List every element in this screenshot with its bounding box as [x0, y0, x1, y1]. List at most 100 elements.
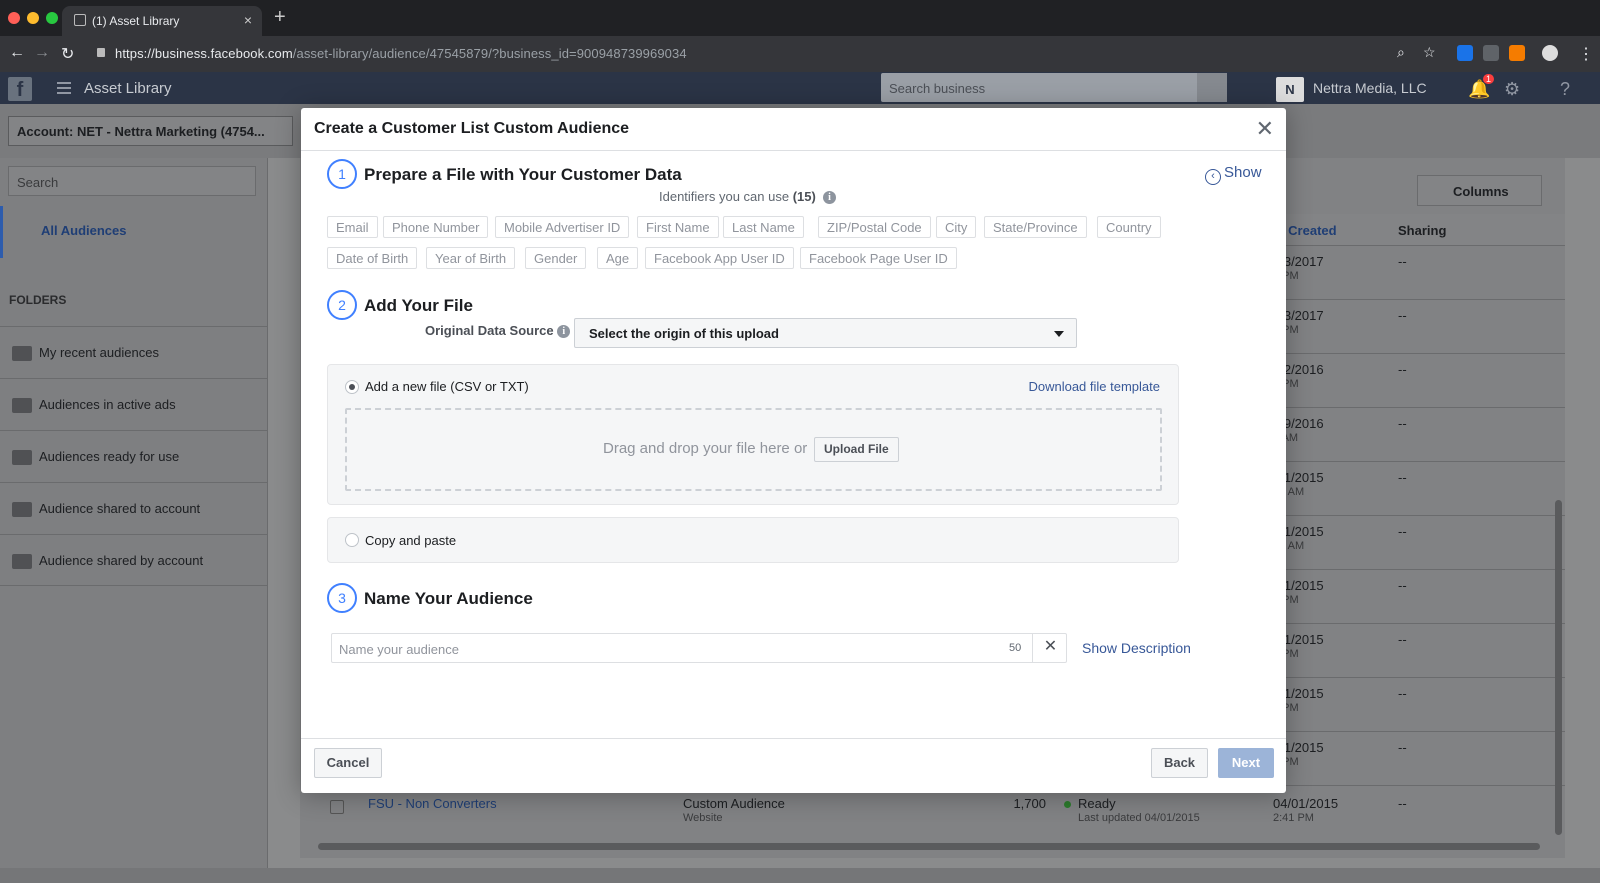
table-row[interactable]: /21/2015 24 AM --: [1265, 462, 1565, 516]
extension-icon[interactable]: [1483, 45, 1499, 61]
drop-zone-text: Drag and drop your file here or: [603, 440, 808, 457]
row-checkbox[interactable]: [330, 800, 344, 814]
sharing-cell: --: [1398, 416, 1407, 431]
dialog-title: Create a Customer List Custom Audience: [314, 120, 630, 137]
business-name-dropdown[interactable]: Nettra Media, LLC: [1313, 80, 1427, 96]
folder-label: Audiences in active ads: [39, 397, 176, 412]
sidebar-search-input[interactable]: Search: [8, 166, 256, 196]
data-source-label-text: Original Data Source: [425, 323, 554, 338]
reload-icon[interactable]: ↻: [61, 44, 74, 64]
character-count: 50: [1009, 642, 1022, 654]
extension-icon[interactable]: [1457, 45, 1473, 61]
dialog-header: Create a Customer List Custom Audience ✕: [301, 108, 1286, 151]
folder-icon: [12, 554, 32, 569]
extension-icon[interactable]: [1509, 45, 1525, 61]
bookmark-star-icon[interactable]: ☆: [1423, 44, 1436, 61]
clear-icon[interactable]: ✕: [1032, 633, 1068, 663]
info-icon[interactable]: i: [557, 325, 571, 338]
identifier-chip: ZIP/Postal Code: [818, 216, 931, 238]
zoom-icon[interactable]: ⌕: [1397, 44, 1405, 61]
sidebar-folder-item[interactable]: Audience shared by account: [0, 534, 268, 586]
audience-name-input[interactable]: Name your audience 50 ✕: [331, 633, 1067, 663]
copy-paste-radio[interactable]: [345, 533, 359, 547]
identifier-chip: Last Name: [723, 216, 804, 238]
table-row[interactable]: /01/20153 PM--: [1265, 570, 1565, 624]
sidebar-item-all-audiences[interactable]: All Audiences: [0, 206, 268, 258]
download-template-link[interactable]: Download file template: [1028, 379, 1160, 394]
sharing-cell: --: [1398, 308, 1407, 323]
table-row[interactable]: /01/20151 PM--: [1265, 624, 1565, 678]
account-selector[interactable]: Account: NET - Nettra Marketing (4754...: [8, 116, 293, 146]
close-window-button[interactable]: [8, 12, 20, 24]
identifier-chip: Email: [327, 216, 378, 238]
business-search-input[interactable]: Search business: [881, 73, 1227, 102]
identifier-chip: City: [936, 216, 977, 238]
audience-size: 1,700: [1013, 796, 1046, 811]
horizontal-scrollbar[interactable]: [318, 843, 1540, 850]
date-created-cell: 04/01/2015: [1273, 796, 1339, 811]
browser-menu-icon[interactable]: ⋮: [1578, 44, 1594, 64]
step-2-badge: 2: [327, 290, 357, 320]
next-button[interactable]: Next: [1218, 748, 1274, 778]
settings-gear-icon[interactable]: ⚙: [1504, 79, 1520, 100]
data-source-select[interactable]: Select the origin of this upload: [574, 318, 1077, 348]
cancel-button[interactable]: Cancel: [314, 748, 382, 778]
app-header: f Asset Library Search business N Nettra…: [0, 72, 1600, 104]
close-icon[interactable]: ✕: [1256, 116, 1274, 142]
sidebar-folder-item[interactable]: Audiences in active ads: [0, 378, 268, 430]
back-arrow-icon[interactable]: ←: [9, 44, 25, 62]
back-button[interactable]: Back: [1151, 748, 1208, 778]
identifiers-text: Identifiers you can use: [659, 189, 790, 204]
table-row[interactable]: /01/20155 PM--: [1265, 732, 1565, 786]
facebook-logo-icon[interactable]: f: [8, 77, 32, 101]
table-header: te Created Sharing: [1265, 214, 1565, 246]
close-tab-icon[interactable]: ×: [244, 12, 252, 28]
table-row[interactable]: /01/20157 PM--: [1265, 678, 1565, 732]
url-field[interactable]: https://business.facebook.com/asset-libr…: [115, 46, 687, 61]
profile-avatar[interactable]: [1542, 45, 1558, 61]
chevron-left-icon: ‹: [1205, 169, 1221, 185]
bottom-bar: [0, 868, 1600, 883]
new-file-radio[interactable]: [345, 380, 359, 394]
vertical-scrollbar[interactable]: [1555, 500, 1562, 835]
search-icon[interactable]: [1197, 73, 1227, 102]
sidebar-folder-item[interactable]: Audiences ready for use: [0, 430, 268, 482]
table-row[interactable]: /03/20170 PM--: [1265, 300, 1565, 354]
hamburger-menu-icon[interactable]: [57, 82, 71, 94]
sharing-column-header[interactable]: Sharing: [1398, 223, 1446, 238]
table-row[interactable]: /21/2015 20 AM --: [1265, 516, 1565, 570]
table-row[interactable]: /09/20167 AM--: [1265, 408, 1565, 462]
sharing-cell: --: [1398, 362, 1407, 377]
table-row[interactable]: /03/20171 PM--: [1265, 246, 1565, 300]
lock-icon: [97, 48, 105, 57]
copy-paste-label[interactable]: Copy and paste: [365, 533, 456, 548]
folder-icon: [12, 398, 32, 413]
minimize-window-button[interactable]: [27, 12, 39, 24]
folders-heading: FOLDERS: [9, 293, 67, 307]
sharing-cell: --: [1398, 796, 1407, 811]
new-file-label[interactable]: Add a new file (CSV or TXT): [365, 379, 529, 394]
columns-button[interactable]: Columns: [1417, 175, 1542, 206]
audience-name-placeholder: Name your audience: [339, 642, 459, 657]
new-tab-button[interactable]: +: [274, 6, 286, 29]
maximize-window-button[interactable]: [46, 12, 58, 24]
sidebar-folder-item[interactable]: My recent audiences: [0, 326, 268, 378]
dialog-footer: Cancel Back Next: [301, 738, 1286, 793]
sharing-cell: --: [1398, 740, 1407, 755]
upload-file-button[interactable]: Upload File: [814, 437, 899, 462]
browser-tab[interactable]: (1) Asset Library ×: [62, 6, 262, 36]
show-description-link[interactable]: Show Description: [1082, 640, 1191, 656]
sharing-cell: --: [1398, 578, 1407, 593]
file-drop-zone[interactable]: Drag and drop your file here or Upload F…: [345, 408, 1162, 491]
last-updated: Last updated 04/01/2015: [1078, 812, 1200, 824]
help-icon[interactable]: ?: [1560, 79, 1570, 100]
forward-arrow-icon[interactable]: →: [34, 44, 50, 62]
step-3-title: Name Your Audience: [364, 589, 533, 608]
info-icon[interactable]: i: [823, 191, 837, 204]
table-row[interactable]: /12/20163 PM--: [1265, 354, 1565, 408]
sidebar-folder-item[interactable]: Audience shared to account: [0, 482, 268, 534]
business-avatar[interactable]: N: [1276, 77, 1304, 102]
show-toggle-link[interactable]: ‹ Show: [1205, 164, 1262, 185]
table-row[interactable]: FSU - Non Converters Custom Audience Web…: [316, 788, 1565, 842]
audience-name-link[interactable]: FSU - Non Converters: [368, 796, 497, 811]
